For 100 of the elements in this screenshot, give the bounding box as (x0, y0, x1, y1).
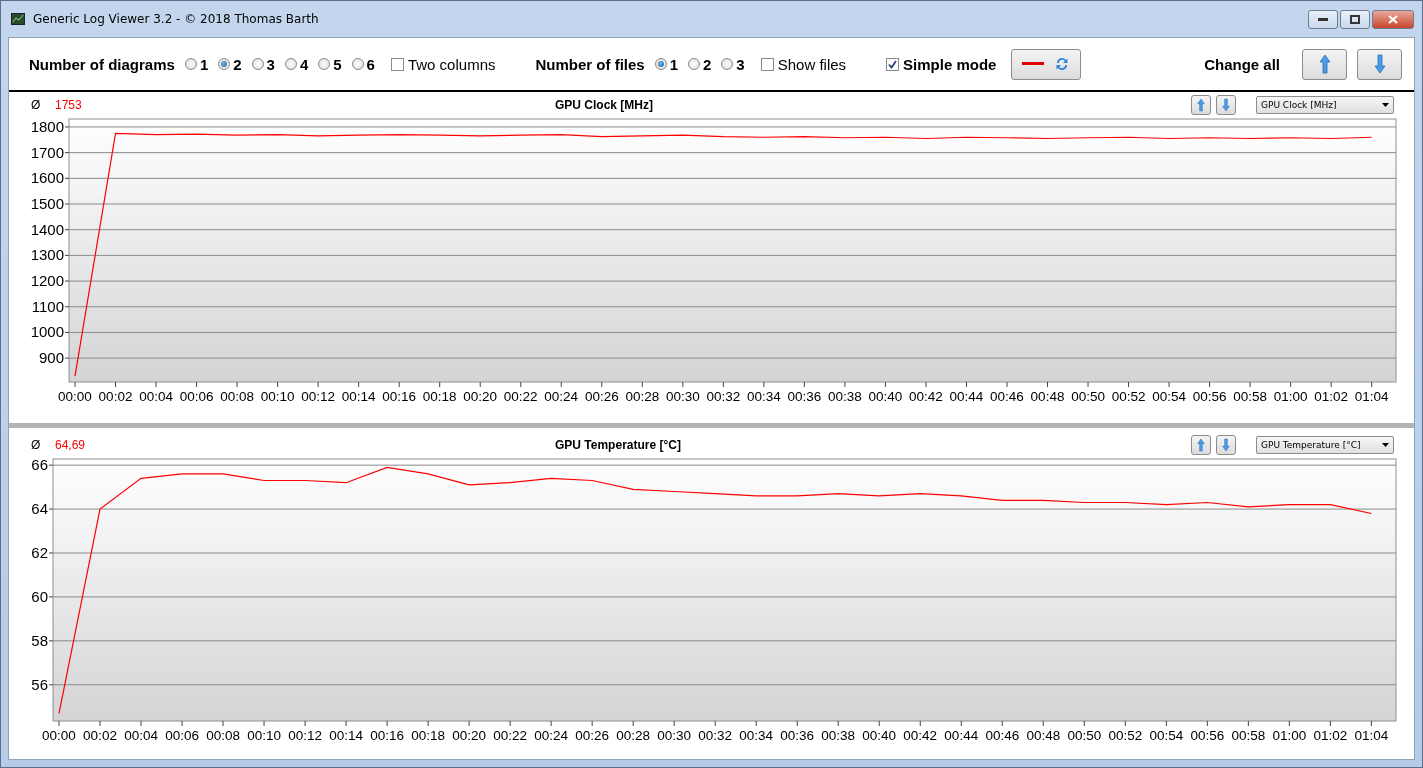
x-axis-label: 00:08 (220, 389, 254, 404)
x-axis-label: 00:28 (625, 389, 660, 404)
x-axis-label: 00:04 (124, 728, 158, 743)
chart-title: GPU Temperature [°C] (555, 437, 682, 452)
x-axis-label: 00:52 (1108, 728, 1143, 743)
radio-option[interactable]: 3 (251, 55, 275, 73)
y-axis-label: 900 (38, 349, 64, 367)
y-axis-label: 1400 (30, 220, 64, 238)
x-axis-label: 00:28 (616, 728, 651, 743)
window-title: Generic Log Viewer 3.2 - © 2018 Thomas Barth (33, 12, 320, 26)
x-axis-label: 00:34 (739, 728, 774, 743)
y-axis-label: 62 (31, 544, 48, 561)
channel-dropdown[interactable]: GPU Temperature [°C] (1256, 435, 1394, 454)
change-all-label: Change all (1204, 55, 1280, 73)
radio-option[interactable]: 4 (284, 55, 309, 73)
x-axis-label: 00:38 (821, 728, 856, 743)
x-axis-label: 00:44 (949, 389, 984, 404)
close-icon (1388, 15, 1398, 24)
radio-option[interactable]: 6 (351, 55, 375, 73)
x-axis-label: 00:26 (575, 728, 610, 743)
down-arrow-icon (1222, 437, 1230, 452)
x-axis-label: 00:48 (1030, 389, 1065, 404)
chart-title: GPU Clock [MHz] (555, 97, 654, 112)
radio-option[interactable]: 1 (654, 55, 678, 73)
move-down-button[interactable] (1357, 48, 1402, 80)
down-arrow-icon (1373, 54, 1386, 74)
up-arrow-icon (1197, 437, 1205, 452)
dropdown-caret-icon (1382, 102, 1389, 107)
y-axis-label: 60 (31, 587, 48, 605)
x-axis-label: 00:30 (657, 728, 692, 743)
x-axis-label: 00:50 (1067, 728, 1102, 743)
y-axis-label: 64 (31, 500, 48, 518)
simple-mode-checkbox[interactable]: Simple mode (886, 55, 997, 73)
x-axis-label: 00:40 (868, 389, 903, 404)
app-icon (11, 13, 25, 25)
x-axis-label: 00:36 (780, 728, 815, 743)
x-axis-label: 00:58 (1231, 728, 1266, 743)
x-axis-label: 00:00 (58, 389, 92, 404)
move-up-button[interactable] (1302, 48, 1347, 80)
y-axis-label: 1000 (30, 323, 64, 341)
y-axis-label: 66 (31, 457, 48, 474)
y-axis-label: 1300 (30, 246, 64, 264)
x-axis-label: 00:20 (452, 728, 486, 743)
x-axis-label: 00:10 (247, 728, 281, 743)
x-axis-label: 00:42 (903, 728, 938, 743)
x-axis-label: 00:22 (503, 389, 538, 404)
x-axis-label: 00:54 (1149, 728, 1184, 743)
maximize-button[interactable] (1340, 10, 1370, 29)
x-axis-label: 00:10 (260, 389, 295, 404)
x-axis-label: 01:00 (1272, 728, 1307, 743)
x-axis-label: 00:14 (329, 728, 363, 743)
minimize-icon (1318, 17, 1328, 22)
close-button[interactable] (1372, 10, 1414, 29)
y-axis-label: 1100 (31, 297, 64, 315)
x-axis-label: 00:26 (584, 389, 619, 404)
x-axis-label: 01:04 (1354, 389, 1389, 404)
move-up-button[interactable] (1191, 94, 1211, 115)
line-style-button[interactable] (1011, 48, 1082, 80)
x-axis-label: 00:04 (139, 389, 173, 404)
x-axis-label: 00:36 (787, 389, 822, 404)
two-columns-checkbox[interactable]: Two columns (390, 55, 496, 73)
x-axis-label: 00:24 (534, 728, 569, 743)
x-axis-label: 00:38 (828, 389, 862, 404)
x-axis-label: 00:20 (463, 389, 498, 404)
x-axis-label: 00:02 (83, 728, 117, 743)
diagram-count-label: Number of diagrams (29, 55, 175, 73)
move-down-button[interactable] (1216, 94, 1236, 115)
show-files-checkbox[interactable]: Show files (760, 55, 847, 73)
average-symbol: Ø (31, 437, 42, 452)
x-axis-label: 00:54 (1152, 389, 1186, 404)
radio-option[interactable]: 3 (721, 55, 745, 73)
radio-option[interactable]: 2 (688, 55, 712, 73)
x-axis-label: 00:02 (98, 389, 133, 404)
radio-option[interactable]: 1 (184, 55, 209, 73)
x-axis-label: 00:46 (985, 728, 1020, 743)
x-axis-label: 01:02 (1313, 728, 1348, 743)
x-axis-label: 00:50 (1071, 389, 1105, 404)
move-up-button[interactable] (1191, 434, 1211, 455)
file-count-label: Number of files (535, 55, 645, 73)
x-axis-label: 00:32 (706, 389, 741, 404)
x-axis-label: 00:24 (544, 389, 579, 404)
radio-option[interactable]: 5 (318, 55, 342, 73)
move-down-button[interactable] (1216, 434, 1236, 455)
maximize-icon (1350, 15, 1360, 24)
x-axis-label: 00:18 (411, 728, 445, 743)
x-axis-label: 00:56 (1192, 389, 1227, 404)
minimize-button[interactable] (1308, 10, 1338, 29)
down-arrow-icon (1222, 97, 1230, 112)
y-axis-label: 1200 (30, 272, 64, 290)
x-axis-label: 00:00 (42, 728, 76, 743)
x-axis-label: 00:44 (944, 728, 979, 743)
x-axis-label: 00:06 (179, 389, 214, 404)
x-axis-label: 00:12 (288, 728, 322, 743)
channel-dropdown[interactable]: GPU Clock [MHz] (1256, 95, 1394, 114)
x-axis-label: 00:58 (1233, 389, 1267, 404)
up-arrow-icon (1197, 97, 1205, 112)
x-axis-label: 00:18 (422, 389, 457, 404)
average-value: 1753 (55, 97, 83, 112)
radio-option[interactable]: 2 (218, 55, 242, 73)
x-axis-label: 00:46 (990, 389, 1024, 404)
